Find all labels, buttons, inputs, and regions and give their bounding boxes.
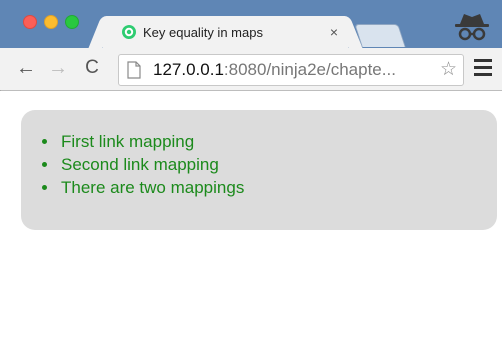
menu-icon[interactable] [474, 59, 492, 79]
reload-icon[interactable]: C [80, 56, 104, 80]
list-item: First link mapping [59, 130, 244, 153]
window-minimize-button[interactable] [44, 15, 58, 29]
url-path: :8080/ninja2e/chapte... [223, 60, 396, 79]
bookmark-star-icon[interactable]: ☆ [440, 59, 457, 81]
url-text: 127.0.0.1:8080/ninja2e/chapte... [153, 55, 396, 85]
back-arrow-icon[interactable]: ← [14, 56, 38, 80]
green-circle-icon [122, 25, 136, 39]
forward-arrow-icon[interactable]: → [46, 56, 70, 80]
new-tab-button[interactable] [354, 24, 406, 47]
page-icon [127, 61, 141, 79]
browser-tab-active[interactable]: Key equality in maps × [103, 16, 348, 48]
browser-toolbar: ← → C 127.0.0.1:8080/ninja2e/chapte... ☆ [0, 48, 502, 91]
address-bar[interactable]: 127.0.0.1:8080/ninja2e/chapte... ☆ [118, 54, 464, 86]
results-panel: First link mapping Second link mapping T… [21, 110, 497, 230]
window-close-button[interactable] [23, 15, 37, 29]
window-maximize-button[interactable] [65, 15, 79, 29]
incognito-icon [455, 14, 489, 41]
results-list: First link mapping Second link mapping T… [43, 130, 244, 199]
list-item: Second link mapping [59, 153, 244, 176]
browser-title-bar: Key equality in maps × [0, 0, 502, 48]
list-item: There are two mappings [59, 176, 244, 199]
url-host: 127.0.0.1 [153, 60, 224, 79]
page-content: First link mapping Second link mapping T… [0, 91, 502, 338]
tab-title: Key equality in maps [143, 24, 263, 40]
